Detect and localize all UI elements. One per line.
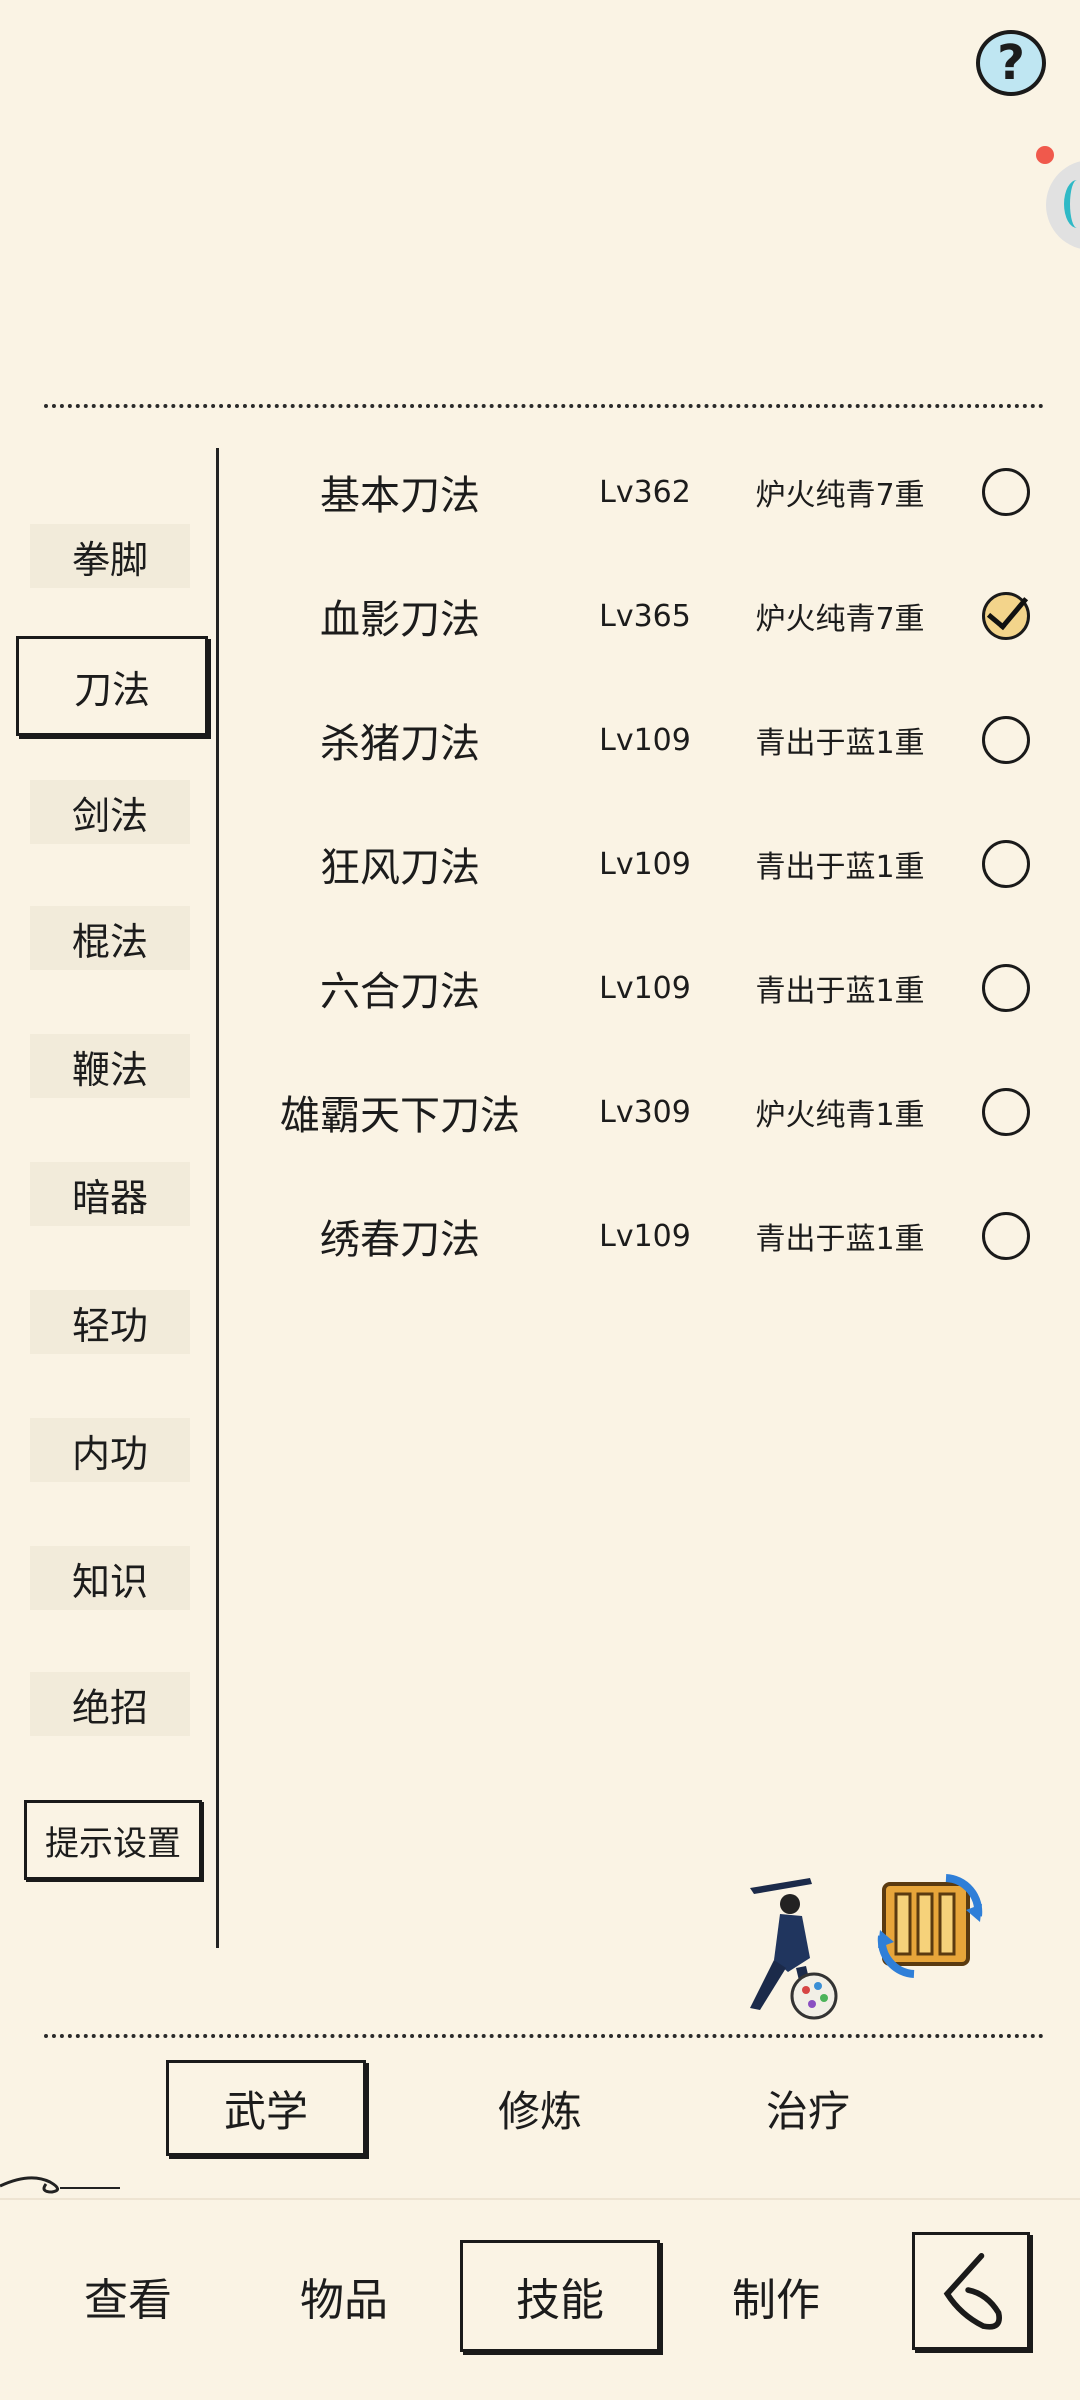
skill-name: 狂风刀法: [320, 845, 480, 891]
subtab-zhiliao[interactable]: 治疗: [708, 2060, 908, 2156]
skill-checkbox[interactable]: [982, 468, 1030, 516]
category-qinggong[interactable]: 轻功: [30, 1290, 190, 1354]
skill-row[interactable]: 绣春刀法 Lv109 青出于蓝1重: [230, 1196, 1050, 1276]
skill-level: Lv309: [599, 1094, 691, 1130]
skill-rank: 青出于蓝1重: [755, 974, 925, 1009]
swordsman-appearance-icon[interactable]: [740, 1868, 840, 2028]
skill-level: Lv109: [599, 846, 691, 882]
category-label: 鞭法: [71, 1047, 148, 1092]
bottom-divider: [44, 2034, 1044, 2038]
skill-name: 六合刀法: [320, 969, 480, 1015]
skill-rank: 炉火纯青1重: [755, 1098, 925, 1133]
skill-rank: 青出于蓝1重: [755, 1222, 925, 1257]
skill-checkbox[interactable]: [982, 716, 1030, 764]
skill-row[interactable]: 基本刀法 Lv362 炉火纯青7重: [230, 452, 1050, 532]
skill-level: Lv109: [599, 1218, 691, 1254]
tip-settings-button[interactable]: 提示设置: [24, 1800, 202, 1880]
category-bianfa[interactable]: 鞭法: [30, 1034, 190, 1098]
skill-name: 绣春刀法: [320, 1217, 480, 1263]
skill-row[interactable]: 杀猪刀法 Lv109 青出于蓝1重: [230, 700, 1050, 780]
skill-rank: 青出于蓝1重: [755, 726, 925, 761]
side-drawer-handle[interactable]: [1046, 160, 1080, 250]
nav-tab-zhizuo[interactable]: 制作: [676, 2240, 876, 2352]
subtab-xiulian[interactable]: 修炼: [440, 2060, 640, 2156]
skill-level: Lv109: [599, 970, 691, 1006]
skill-name: 血影刀法: [320, 597, 480, 643]
help-button[interactable]: ?: [976, 30, 1046, 96]
category-quanjiao[interactable]: 拳脚: [30, 524, 190, 588]
skill-row[interactable]: 六合刀法 Lv109 青出于蓝1重: [230, 948, 1050, 1028]
nav-tab-wupin[interactable]: 物品: [244, 2240, 444, 2352]
skill-rank: 炉火纯青7重: [755, 602, 925, 637]
scroll-exchange-icon[interactable]: [876, 1870, 984, 1980]
category-label: 内功: [71, 1431, 148, 1476]
skill-checkbox[interactable]: [982, 840, 1030, 888]
category-gunfa[interactable]: 棍法: [30, 906, 190, 970]
top-divider: [44, 404, 1044, 408]
skill-row[interactable]: 狂风刀法 Lv109 青出于蓝1重: [230, 824, 1050, 904]
back-button[interactable]: [912, 2232, 1030, 2350]
category-label: 棍法: [71, 919, 148, 964]
skill-rank: 炉火纯青7重: [755, 478, 925, 513]
question-mark-icon: ?: [997, 35, 1025, 91]
skill-rank: 青出于蓝1重: [755, 850, 925, 885]
panel-divider: [216, 448, 219, 1948]
skill-name: 杀猪刀法: [320, 721, 480, 767]
category-juezhao[interactable]: 绝招: [30, 1672, 190, 1736]
skill-row[interactable]: 血影刀法 Lv365 炉火纯青7重: [230, 576, 1050, 656]
nav-tab-jineng[interactable]: 技能: [460, 2240, 660, 2352]
category-label: 拳脚: [71, 537, 148, 582]
category-anqi[interactable]: 暗器: [30, 1162, 190, 1226]
skill-checkbox[interactable]: [982, 1088, 1030, 1136]
category-label: 暗器: [71, 1175, 148, 1220]
category-zhishi[interactable]: 知识: [30, 1546, 190, 1610]
decorative-swirl: [0, 2176, 120, 2194]
category-daofa[interactable]: 刀法: [16, 636, 208, 736]
category-jianfa[interactable]: 剑法: [30, 780, 190, 844]
skill-level: Lv362: [599, 474, 691, 510]
skill-level: Lv109: [599, 722, 691, 758]
subtab-wuxue[interactable]: 武学: [166, 2060, 366, 2156]
nav-tab-chakan[interactable]: 查看: [28, 2240, 228, 2352]
notification-dot: [1036, 146, 1054, 164]
category-label: 绝招: [71, 1685, 148, 1730]
skill-name: 雄霸天下刀法: [280, 1093, 520, 1139]
skill-row[interactable]: 雄霸天下刀法 Lv309 炉火纯青1重: [230, 1072, 1050, 1152]
skill-level: Lv365: [599, 598, 691, 634]
skill-checkbox-checked[interactable]: [982, 592, 1030, 640]
category-label: 知识: [71, 1559, 148, 1604]
category-label: 刀法: [73, 667, 150, 712]
skill-checkbox[interactable]: [982, 964, 1030, 1012]
skill-name: 基本刀法: [320, 473, 480, 519]
back-arrow-icon: [943, 2253, 1002, 2330]
skill-checkbox[interactable]: [982, 1212, 1030, 1260]
category-neigong[interactable]: 内功: [30, 1418, 190, 1482]
category-label: 轻功: [71, 1303, 148, 1348]
category-label: 剑法: [71, 793, 148, 838]
